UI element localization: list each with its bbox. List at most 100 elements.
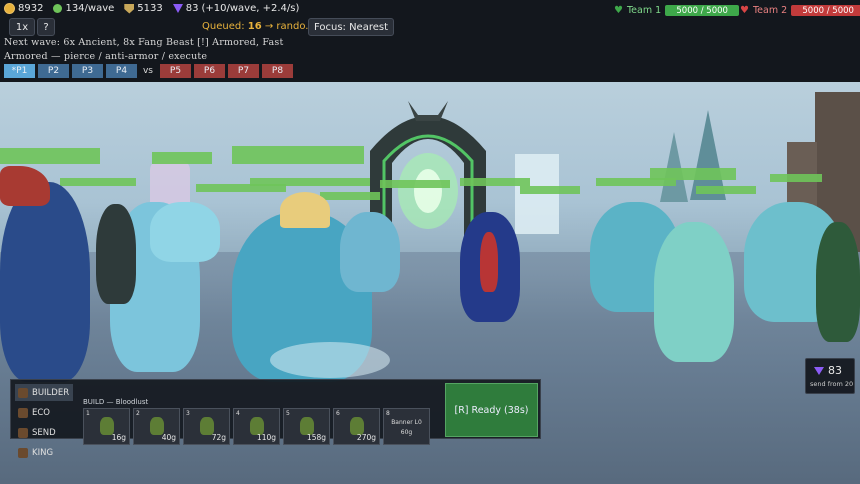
help-button[interactable]: ? bbox=[37, 18, 55, 36]
unit-blue-brute[interactable] bbox=[0, 182, 90, 382]
unit-health-bar bbox=[650, 168, 736, 180]
card-number: 2 bbox=[136, 410, 140, 417]
ice-tower-right bbox=[515, 154, 559, 234]
team2-hp-bar: 5000 / 5000 bbox=[791, 5, 860, 16]
heart-icon: ♥ bbox=[740, 5, 749, 16]
gem-icon bbox=[172, 4, 183, 13]
tab-eco-label: ECO bbox=[32, 407, 50, 418]
player-tab-p6[interactable]: P6 bbox=[194, 64, 225, 78]
player-tab-p7[interactable]: P7 bbox=[228, 64, 259, 78]
tab-builder-label: BUILDER bbox=[32, 387, 70, 398]
player-tab-p8[interactable]: P8 bbox=[262, 64, 293, 78]
gold-value: 8932 bbox=[18, 3, 44, 14]
build-title: BUILD — Bloodlust bbox=[83, 398, 149, 406]
unit-mage-robe-red bbox=[480, 232, 498, 292]
player-tab-p2[interactable]: P2 bbox=[38, 64, 69, 78]
card-number: 5 bbox=[286, 410, 290, 417]
queue-status: Queued: 16 → rando... bbox=[202, 21, 315, 32]
lumber-value: 5133 bbox=[137, 3, 163, 14]
queued-value: 16 bbox=[247, 21, 262, 32]
build-card-2[interactable]: 2 40g bbox=[133, 408, 180, 445]
unit-health-bar bbox=[696, 186, 756, 194]
income-value: 134/wave bbox=[65, 3, 115, 14]
unit-ice-ghoul[interactable] bbox=[150, 202, 220, 262]
tab-king-label: KING bbox=[32, 447, 54, 458]
card-number: 6 bbox=[336, 410, 340, 417]
unit-health-bar bbox=[380, 180, 450, 188]
unit-health-bar bbox=[60, 178, 136, 186]
next-wave-info: Next wave: 6x Ancient, 8x Fang Beast [!]… bbox=[4, 37, 284, 48]
build-card-4[interactable]: 4 110g bbox=[233, 408, 280, 445]
queued-label: Queued: bbox=[202, 21, 245, 32]
tab-send[interactable]: SEND bbox=[15, 424, 73, 441]
unit-dark-soldier[interactable] bbox=[96, 204, 136, 304]
gem-resource: 83 (+10/wave, +2.4/s) bbox=[172, 3, 300, 14]
player-tab-p4[interactable]: P4 bbox=[106, 64, 137, 78]
speed-button[interactable]: 1x bbox=[9, 18, 35, 36]
gem-send-value: 83 bbox=[828, 364, 842, 377]
card-number: 3 bbox=[186, 410, 190, 417]
build-card-5[interactable]: 5 158g bbox=[283, 408, 330, 445]
versus-label: vs bbox=[142, 66, 153, 76]
unit-health-bar bbox=[250, 178, 370, 186]
focus-button[interactable]: Focus: Nearest bbox=[308, 18, 394, 36]
top-hud: 8932 134/wave 5133 83 (+10/wave, +2.4/s)… bbox=[0, 0, 860, 82]
card-cost: 110g bbox=[256, 433, 276, 442]
tab-send-label: SEND bbox=[32, 427, 56, 438]
gem-send-box[interactable]: 83 send from 20 bbox=[805, 358, 855, 394]
build-card-6[interactable]: 6 270g bbox=[333, 408, 380, 445]
gold-coin-icon bbox=[4, 3, 15, 14]
builder-icon bbox=[18, 387, 28, 398]
gem-rate: (+10/wave, +2.4/s) bbox=[201, 3, 300, 14]
card-cost: 72g bbox=[211, 433, 226, 442]
team2-label: Team 2 bbox=[752, 5, 788, 16]
banner-name: Banner L0 bbox=[391, 419, 422, 426]
income-resource: 134/wave bbox=[53, 3, 114, 14]
player-tab-p5[interactable]: P5 bbox=[160, 64, 191, 78]
eco-icon bbox=[18, 407, 28, 418]
build-card-3[interactable]: 3 72g bbox=[183, 408, 230, 445]
tab-king[interactable]: KING bbox=[15, 444, 73, 461]
unit-health-bar bbox=[460, 178, 530, 186]
tab-builder[interactable]: BUILDER bbox=[15, 384, 73, 401]
build-card-banner[interactable]: 8 Banner L0 60g bbox=[383, 408, 430, 445]
unit-health-bar bbox=[320, 192, 380, 200]
unit-shell-knight[interactable] bbox=[654, 222, 734, 362]
unit-health-bar bbox=[520, 186, 580, 194]
team1-label: Team 1 bbox=[626, 5, 662, 16]
unit-red-spikes bbox=[0, 166, 50, 206]
pine-tree bbox=[660, 132, 688, 202]
team1-hp-bar: 5000 / 5000 bbox=[665, 5, 740, 16]
income-icon bbox=[53, 4, 63, 13]
king-icon bbox=[18, 447, 28, 458]
team2-status: ♥ Team 2 5000 / 5000 bbox=[740, 5, 860, 16]
card-cost: 270g bbox=[356, 433, 376, 442]
unit-ice-ghoul[interactable] bbox=[340, 212, 400, 292]
player-tab-p1[interactable]: *P1 bbox=[4, 64, 35, 78]
unit-health-bar bbox=[232, 146, 364, 164]
lumber-resource: 5133 bbox=[124, 3, 163, 14]
card-cost: 16g bbox=[111, 433, 126, 442]
unit-health-bar bbox=[152, 152, 212, 164]
banner-cost: 60g bbox=[400, 429, 413, 436]
resource-bar: 8932 134/wave 5133 83 (+10/wave, +2.4/s) bbox=[4, 3, 299, 14]
build-card-1[interactable]: 1 16g bbox=[83, 408, 130, 445]
gem-icon bbox=[814, 366, 824, 375]
player-tab-p3[interactable]: P3 bbox=[72, 64, 103, 78]
counter-info: Armored — pierce / anti-armor / execute bbox=[4, 51, 208, 62]
heart-icon: ♥ bbox=[614, 5, 623, 16]
card-number: 1 bbox=[86, 410, 90, 417]
unit-monk-hat bbox=[280, 192, 330, 228]
tab-eco[interactable]: ECO bbox=[15, 404, 73, 421]
ready-button[interactable]: [R] Ready (38s) bbox=[445, 383, 538, 437]
unit-green-archer[interactable] bbox=[816, 222, 860, 342]
unit-health-bar bbox=[770, 174, 822, 182]
shield-icon bbox=[124, 3, 135, 14]
card-number: 8 bbox=[386, 410, 390, 417]
gold-resource: 8932 bbox=[4, 3, 43, 14]
gem-send-amount: 83 bbox=[814, 364, 842, 377]
unit-mist bbox=[270, 342, 390, 378]
card-cost: 40g bbox=[161, 433, 176, 442]
send-icon bbox=[18, 427, 28, 438]
card-cost: 158g bbox=[306, 433, 326, 442]
